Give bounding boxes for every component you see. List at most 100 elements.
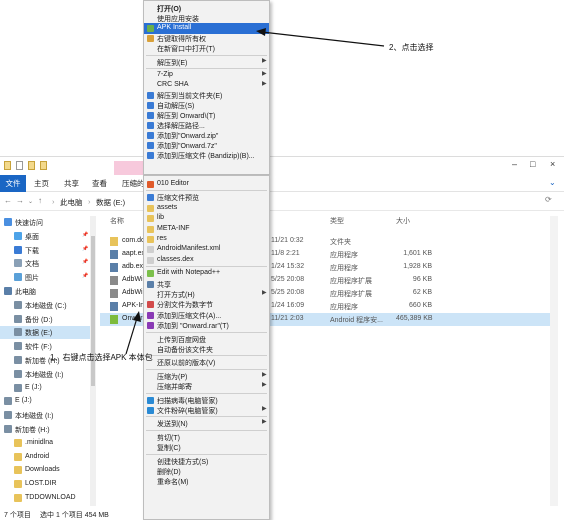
menu-item[interactable]: AndroidManifest.xml: [144, 244, 269, 255]
menu-item[interactable]: 重命名(M): [144, 476, 269, 487]
sidebar-item-label: 数据 (E:): [25, 330, 53, 338]
tab-compressed[interactable]: 压缩的: [122, 178, 145, 189]
menu-item[interactable]: 分割文件为数字节: [144, 299, 269, 310]
column-header-size[interactable]: 大小: [396, 216, 410, 226]
menu-item[interactable]: 压缩文件预览: [144, 192, 269, 203]
sidebar-item[interactable]: Downloads: [0, 464, 96, 477]
drive-icon: [4, 411, 12, 420]
close-button[interactable]: ×: [550, 159, 555, 169]
chevron-down-icon[interactable]: ⌄: [549, 178, 556, 187]
menu-item-icon: [147, 122, 154, 130]
menu-item[interactable]: 在新窗口中打开(T): [144, 43, 269, 54]
tab-file[interactable]: 文件: [0, 175, 26, 192]
menu-item[interactable]: 添加到 "Onward.rar"(T): [144, 320, 269, 331]
drive-icon: [14, 438, 22, 447]
sidebar-item[interactable]: LOST.DIR: [0, 478, 96, 491]
file-date: 5/25 20:08: [271, 276, 305, 283]
sidebar-item[interactable]: 文档 📌: [0, 257, 96, 270]
menu-item[interactable]: 上传到百度网盘: [144, 334, 269, 345]
sidebar-item[interactable]: 图片 📌: [0, 271, 96, 284]
menu-item-icon: [147, 322, 154, 330]
menu-item[interactable]: 自动备份该文件夹: [144, 344, 269, 355]
maximize-button[interactable]: □: [530, 159, 535, 169]
file-list-scrollbar[interactable]: [550, 216, 558, 506]
drive-icon: [14, 245, 22, 254]
menu-item[interactable]: Edit with Notepad++: [144, 268, 269, 279]
menu-item[interactable]: assets: [144, 203, 269, 214]
sidebar-item-label: 快速访问: [15, 220, 43, 227]
sidebar-item[interactable]: 桌面 📌: [0, 230, 96, 243]
sidebar-item[interactable]: 本地磁盘 (I:): [0, 368, 96, 381]
new-folder-icon[interactable]: [28, 161, 35, 170]
tab-view[interactable]: 查看: [92, 178, 107, 189]
selection-info: 选中 1 个项目 454 MB: [40, 512, 109, 519]
drive-icon: [4, 218, 12, 226]
breadcrumb-drive-e[interactable]: 数据 (E:): [96, 197, 125, 208]
refresh-icon[interactable]: ⟳: [545, 195, 552, 204]
sidebar-item[interactable]: TDDOWNLOAD: [0, 492, 96, 505]
breadcrumb-this-pc[interactable]: 此电脑: [60, 197, 83, 208]
sidebar-item[interactable]: 数据 (E:): [0, 326, 96, 340]
column-header-type[interactable]: 类型: [330, 216, 344, 226]
tab-home[interactable]: 主页: [34, 178, 49, 189]
sidebar-item[interactable]: 快速访问: [0, 216, 96, 229]
sidebar-item[interactable]: 备份 (D:): [0, 313, 96, 326]
menu-item[interactable]: 共享: [144, 279, 269, 290]
sidebar-item-label: .minidlna: [25, 438, 54, 446]
file-size: 660 KB: [409, 302, 432, 309]
menu-item[interactable]: 添加到压缩文件(A)...: [144, 310, 269, 321]
sidebar-item-label: Android: [25, 452, 50, 460]
menu-item[interactable]: 删除(D): [144, 466, 269, 477]
menu-item[interactable]: 文件粉碎(电脑管家) ▶: [144, 405, 269, 416]
forward-icon[interactable]: →: [16, 196, 24, 205]
menu-item[interactable]: 压缩并邮寄 ▶: [144, 381, 269, 392]
menu-item[interactable]: META-INF: [144, 224, 269, 235]
menu-item[interactable]: res: [144, 234, 269, 245]
menu-item[interactable]: 010 Editor: [144, 179, 269, 190]
file-date: 1/24 15:32: [271, 263, 305, 270]
item-count: 7 个项目: [4, 512, 31, 519]
sidebar-item[interactable]: 新加卷 (H:): [0, 423, 96, 436]
drive-icon: [14, 314, 22, 323]
sidebar-item[interactable]: 本地磁盘 (I:): [0, 409, 96, 422]
menu-item-label: res: [157, 235, 167, 242]
drive-icon: [14, 273, 22, 282]
context-menu-top: 打开(O) 使用应用安装 APK Install 右键取得所有权 在新窗口中打开(T) 解…: [143, 0, 270, 175]
menu-item[interactable]: 压缩为(P) ▶: [144, 371, 269, 382]
sidebar-item[interactable]: 本地磁盘 (C:): [0, 299, 96, 312]
menu-item[interactable]: 打开方式(H) ▶: [144, 289, 269, 300]
tab-share[interactable]: 共享: [64, 178, 79, 189]
menu-item[interactable]: 还原以前的版本(V): [144, 357, 269, 368]
column-header-name[interactable]: 名称: [110, 216, 124, 226]
scrollbar-thumb[interactable]: [91, 236, 95, 386]
minimize-button[interactable]: –: [512, 159, 517, 169]
menu-item[interactable]: 扫描病毒(电脑管家): [144, 395, 269, 406]
menu-item-label: Edit with Notepad++: [157, 269, 221, 277]
menu-item[interactable]: 解压到(E) ▶: [144, 57, 269, 68]
sidebar-item[interactable]: E (J:): [0, 382, 96, 395]
address-bar[interactable]: ← → ⌄ ↑ › 此电脑 › 数据 (E:) ⟳: [0, 192, 564, 211]
menu-item[interactable]: 复制(C): [144, 442, 269, 453]
menu-item[interactable]: lib: [144, 213, 269, 224]
menu-item[interactable]: 发送到(N) ▶: [144, 418, 269, 429]
drive-icon: [14, 383, 22, 392]
menu-item[interactable]: 剪切(T): [144, 432, 269, 443]
file-date: 11/8 2:21: [271, 250, 300, 257]
properties-icon[interactable]: [16, 161, 23, 170]
menu-item-label: 解压到(E): [157, 59, 188, 67]
menu-item[interactable]: 创建快捷方式(S): [144, 456, 269, 467]
back-icon[interactable]: ←: [4, 196, 12, 205]
chevron-down-icon[interactable]: ⌄: [28, 198, 33, 205]
drive-icon: [14, 369, 22, 378]
sidebar-item[interactable]: Android: [0, 451, 96, 464]
sidebar-item[interactable]: 下载 📌: [0, 244, 96, 257]
sidebar-item[interactable]: E (J:): [0, 395, 96, 408]
sidebar-item[interactable]: .minidlna: [0, 437, 96, 450]
sidebar-item[interactable]: 此电脑: [0, 285, 96, 298]
menu-item[interactable]: 添加到压缩文件 (Bandizip)(B)...: [144, 150, 269, 161]
sidebar-item-label: 文档: [25, 261, 39, 269]
arrow-to-apk-install: [261, 31, 385, 47]
folder-icon: [40, 161, 47, 170]
up-icon[interactable]: ↑: [38, 196, 42, 205]
menu-item[interactable]: classes.dex: [144, 255, 269, 266]
